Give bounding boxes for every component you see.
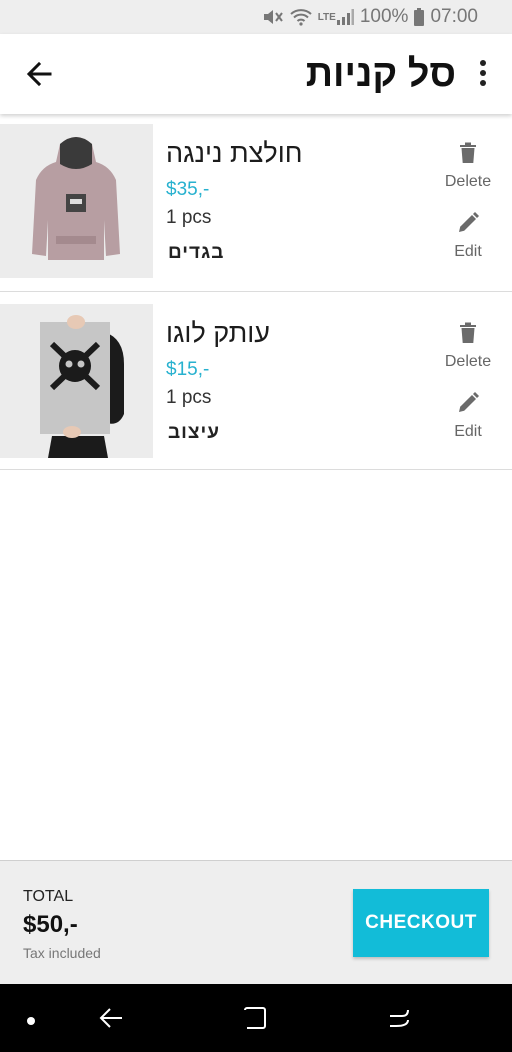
overflow-menu-button[interactable]	[476, 60, 490, 88]
product-image-poster[interactable]	[0, 304, 153, 458]
nav-dot-icon[interactable]	[26, 1013, 36, 1031]
nav-recents-icon[interactable]	[386, 1006, 412, 1035]
edit-button[interactable]: Edit	[438, 392, 498, 441]
app-bar: סל קניות	[0, 34, 512, 114]
product-image-hoodie[interactable]	[0, 124, 153, 278]
edit-label: Edit	[454, 423, 482, 440]
cart-item: עותק לוגו $15,- 1 pcs עיצוב Delete Edit	[0, 304, 512, 470]
item-price: $15,-	[166, 359, 210, 380]
edit-label: Edit	[454, 243, 482, 260]
delete-label: Delete	[444, 353, 492, 370]
total-value: $50,-	[23, 911, 78, 938]
more-vert-icon	[476, 60, 490, 86]
edit-button[interactable]: Edit	[438, 212, 498, 261]
mute-icon	[262, 8, 284, 26]
arrow-left-icon	[22, 61, 56, 94]
trash-icon	[459, 142, 477, 168]
delete-button[interactable]: Delete	[438, 322, 498, 371]
trash-icon	[459, 322, 477, 348]
total-label: TOTAL	[23, 888, 74, 905]
tax-label: Tax included	[23, 945, 101, 961]
system-nav-bar	[0, 984, 512, 1052]
checkout-button[interactable]: CHECKOUT	[353, 889, 489, 957]
lte-signal-icon: LTE	[318, 9, 354, 25]
nav-home-icon[interactable]	[243, 1006, 267, 1035]
nav-back-icon[interactable]	[98, 1006, 124, 1035]
cart-list: חולצת נינגה $35,- 1 pcs בגדים Delete Edi…	[0, 124, 512, 470]
checkout-footer: TOTAL $50,- Tax included CHECKOUT	[0, 860, 512, 984]
pencil-icon	[457, 212, 479, 238]
status-bar: LTE 100% 07:00	[0, 0, 512, 34]
battery-percent: 100%	[359, 6, 409, 27]
page-title: סל קניות	[305, 53, 456, 95]
delete-label: Delete	[444, 173, 492, 190]
pencil-icon	[457, 392, 479, 418]
back-button[interactable]	[22, 58, 56, 90]
item-category: עיצוב	[168, 422, 220, 443]
item-quantity: 1 pcs	[166, 387, 212, 408]
battery-icon	[414, 8, 425, 26]
delete-button[interactable]: Delete	[438, 142, 498, 191]
item-price: $35,-	[166, 179, 210, 200]
item-quantity: 1 pcs	[166, 207, 212, 228]
item-name: חולצת נינגה	[166, 138, 303, 168]
item-category: בגדים	[168, 242, 225, 263]
network-label: LTE	[317, 11, 336, 23]
item-name: עותק לוגו	[166, 318, 271, 348]
wifi-icon	[290, 8, 312, 26]
cart-item: חולצת נינגה $35,- 1 pcs בגדים Delete Edi…	[0, 124, 512, 292]
clock: 07:00	[430, 6, 478, 27]
